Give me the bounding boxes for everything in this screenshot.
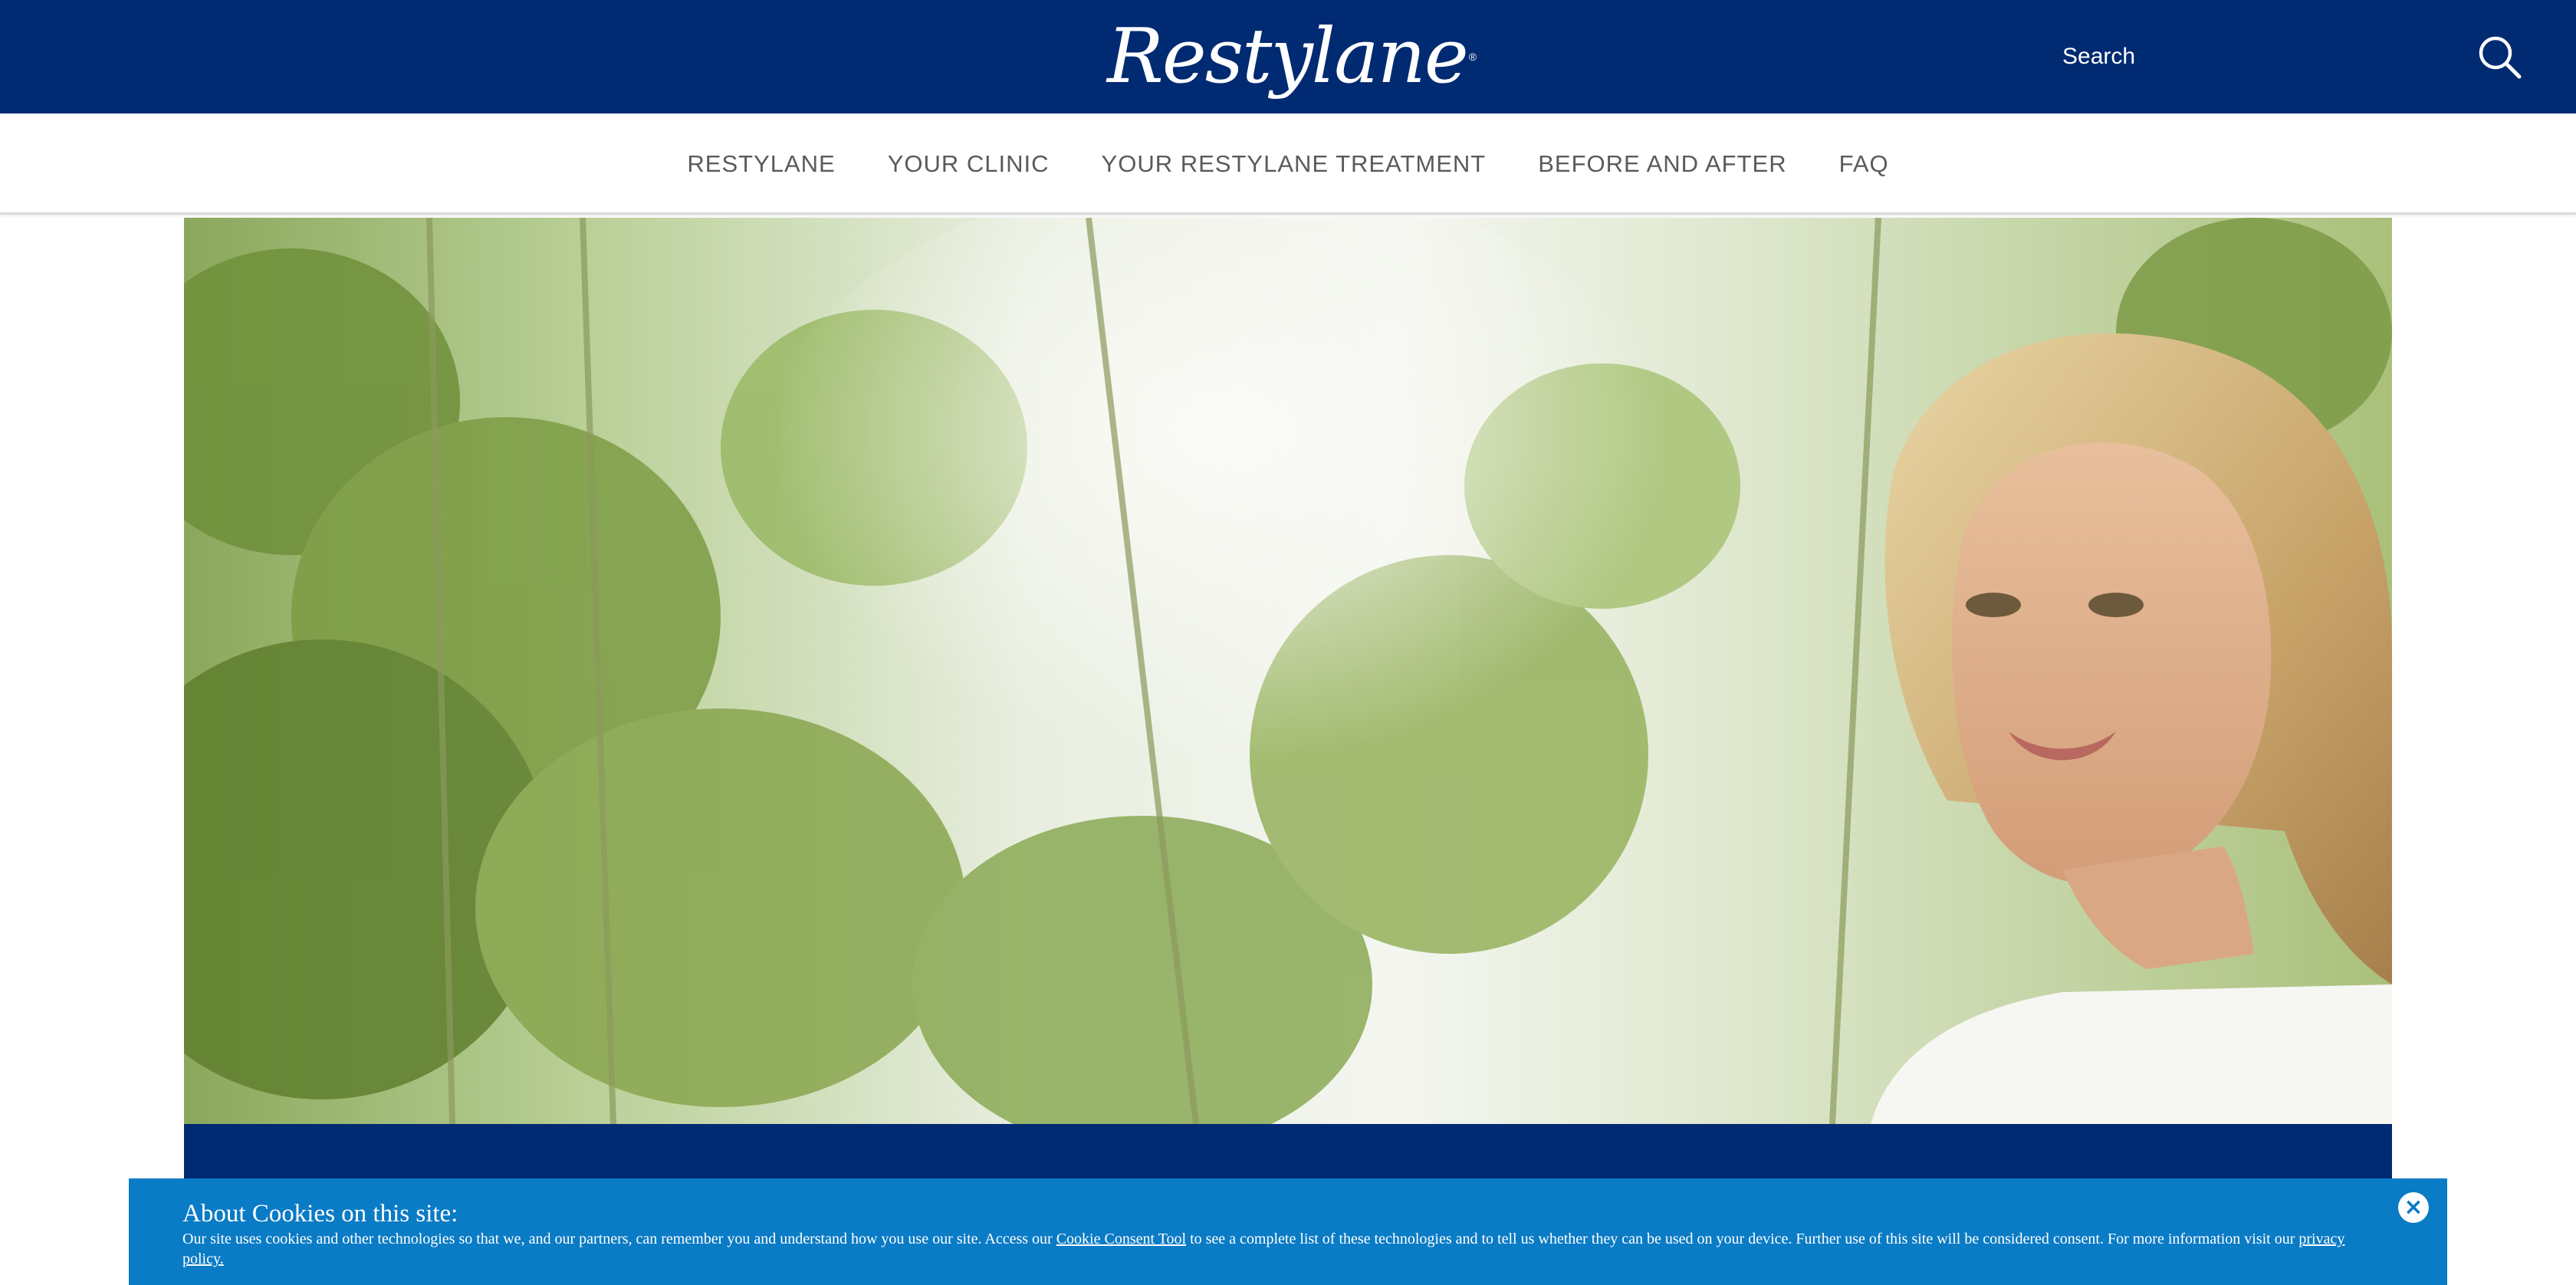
cookie-banner: About Cookies on this site: Our site use… (129, 1178, 2447, 1285)
logo-text: Restylane (1106, 13, 1469, 100)
main-nav: RESTYLANE YOUR CLINIC YOUR RESTYLANE TRE… (0, 113, 2576, 215)
nav-item-restylane[interactable]: RESTYLANE (687, 150, 835, 178)
hero-photo-illustration (184, 218, 2392, 1124)
cookie-body-text-2: to see a complete list of these technolo… (1186, 1231, 2299, 1247)
nav-item-before-and-after[interactable]: BEFORE AND AFTER (1538, 150, 1786, 178)
site-header: Restylane ® (0, 0, 2576, 113)
cookie-title: About Cookies on this site: (182, 1200, 458, 1227)
restylane-logo[interactable]: Restylane ® (1107, 6, 1477, 107)
nav-item-faq[interactable]: FAQ (1839, 150, 1889, 178)
logo-registered-mark: ® (1468, 51, 1477, 63)
hero-image (184, 218, 2392, 1124)
search-icon[interactable] (2475, 32, 2524, 81)
close-icon: × (2404, 1194, 2423, 1221)
cookie-consent-tool-link[interactable]: Cookie Consent Tool (1056, 1231, 1186, 1247)
nav-list: RESTYLANE YOUR CLINIC YOUR RESTYLANE TRE… (0, 113, 2576, 215)
cookie-close-button[interactable]: × (2398, 1192, 2429, 1223)
cookie-body: Our site uses cookies and other technolo… (182, 1229, 2375, 1269)
nav-item-your-clinic[interactable]: YOUR CLINIC (888, 150, 1050, 178)
nav-item-your-restylane-treatment[interactable]: YOUR RESTYLANE TREATMENT (1102, 150, 1487, 178)
cookie-body-text-1: Our site uses cookies and other technolo… (182, 1231, 1056, 1247)
search-input[interactable] (2062, 35, 2430, 78)
